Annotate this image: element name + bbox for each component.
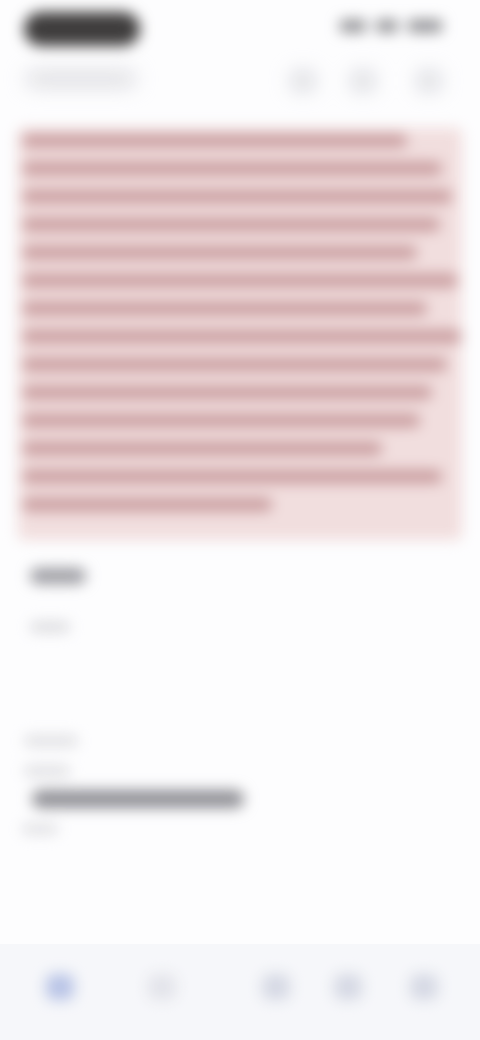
text-line	[22, 470, 442, 483]
signal-icon	[340, 20, 366, 32]
text-line	[22, 274, 458, 287]
bookmark-icon[interactable]	[352, 72, 374, 90]
top-app-bar	[0, 62, 480, 106]
share-icon[interactable]	[292, 72, 314, 90]
text-line	[22, 218, 440, 231]
menu-icon[interactable]	[410, 974, 438, 1000]
text-line	[22, 414, 420, 427]
highlighted-text-block[interactable]	[18, 128, 462, 540]
text-line	[22, 442, 382, 455]
section-link[interactable]	[32, 790, 244, 808]
battery-icon	[408, 20, 442, 32]
text-line	[22, 330, 462, 343]
section-meta	[22, 824, 58, 834]
more-icon[interactable]	[418, 72, 440, 90]
home-icon[interactable]	[46, 974, 74, 1000]
text-line	[22, 246, 417, 259]
highlighted-text-lines	[22, 134, 462, 526]
status-icons	[340, 20, 442, 32]
text-line	[22, 302, 427, 315]
section-label	[24, 736, 78, 746]
caption-text	[30, 568, 86, 584]
status-pill	[24, 12, 140, 46]
text-line	[22, 190, 452, 203]
text-line	[22, 386, 432, 399]
wifi-icon	[376, 20, 398, 32]
screen	[0, 0, 480, 1040]
bottom-nav	[0, 944, 480, 1040]
text-line	[22, 162, 442, 175]
section-sublabel	[24, 766, 70, 776]
meta-text	[30, 622, 70, 632]
back-button[interactable]	[26, 72, 136, 86]
text-line	[22, 498, 272, 511]
text-line	[22, 134, 407, 147]
search-icon[interactable]	[148, 974, 176, 1000]
library-icon[interactable]	[262, 974, 290, 1000]
text-line	[22, 358, 447, 371]
profile-icon[interactable]	[334, 974, 362, 1000]
